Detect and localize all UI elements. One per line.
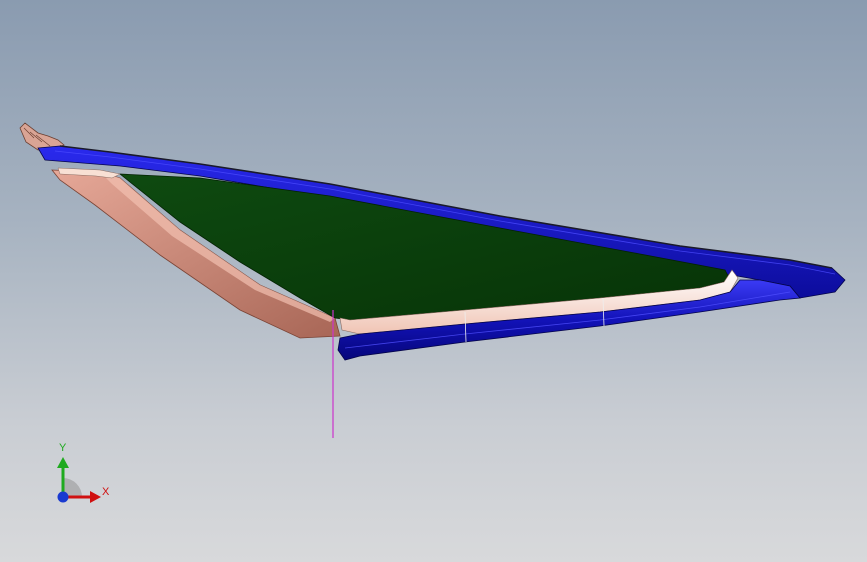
y-axis-arrow <box>57 457 69 468</box>
x-axis-arrow <box>90 491 101 503</box>
y-axis-label: Y <box>59 442 67 454</box>
z-axis-dot <box>57 491 69 503</box>
3d-model[interactable] <box>0 0 867 562</box>
graphics-viewport[interactable]: Y X <box>0 0 867 562</box>
view-triad[interactable]: Y X <box>48 440 118 510</box>
x-axis-label: X <box>102 486 110 498</box>
